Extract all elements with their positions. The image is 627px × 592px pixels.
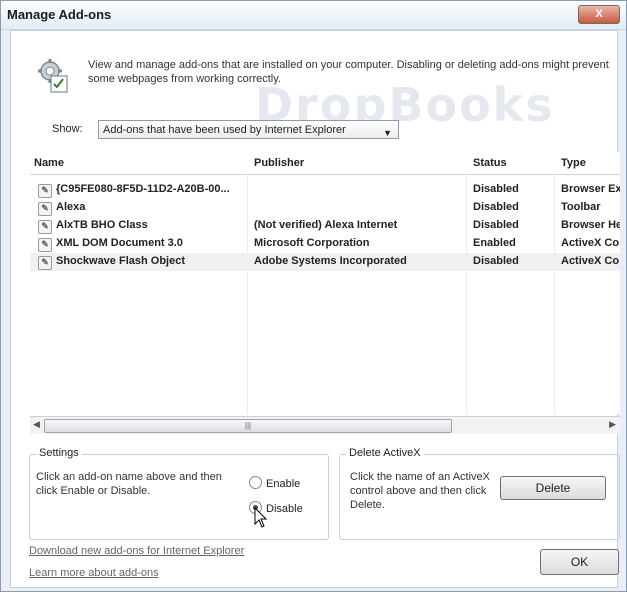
delete-button[interactable]: Delete bbox=[500, 476, 606, 500]
column-header-name[interactable]: Name bbox=[34, 157, 64, 169]
horizontal-scrollbar[interactable]: ◀ ||| ▶ bbox=[30, 416, 620, 434]
addon-icon: ✎ bbox=[38, 238, 52, 252]
addon-name: XML DOM Document 3.0 bbox=[56, 237, 183, 249]
settings-title: Settings bbox=[36, 447, 82, 459]
addon-icon: ✎ bbox=[38, 220, 52, 234]
addon-type: Browser He bbox=[561, 219, 620, 231]
ok-button[interactable]: OK bbox=[540, 549, 619, 575]
scroll-right-icon[interactable]: ▶ bbox=[609, 419, 616, 430]
addon-type: Browser Ex bbox=[561, 183, 620, 195]
column-header-type[interactable]: Type bbox=[561, 157, 586, 169]
column-header-status[interactable]: Status bbox=[473, 157, 507, 169]
addon-status: Disabled bbox=[473, 183, 519, 195]
table-row-selected[interactable]: ✎ Shockwave Flash Object Adobe Systems I… bbox=[30, 253, 620, 271]
table-row[interactable]: ✎ AlxTB BHO Class (Not verified) Alexa I… bbox=[30, 217, 620, 235]
addon-publisher: Adobe Systems Incorporated bbox=[254, 255, 407, 267]
chevron-down-icon: ▼ bbox=[383, 128, 392, 138]
addons-table: Name Publisher Status Type ✎ {C95FE080-8… bbox=[30, 152, 620, 414]
table-header: Name Publisher Status Type bbox=[30, 152, 620, 175]
scrollbar-thumb[interactable]: ||| bbox=[44, 419, 452, 433]
addon-status: Disabled bbox=[473, 219, 519, 231]
addon-name: Alexa bbox=[56, 201, 86, 213]
addon-icon: ✎ bbox=[38, 202, 52, 216]
addons-gear-icon bbox=[38, 59, 68, 93]
addon-icon: ✎ bbox=[38, 184, 52, 198]
addon-publisher: (Not verified) Alexa Internet bbox=[254, 219, 398, 231]
addon-name: {C95FE080-8F5D-11D2-A20B-00... bbox=[56, 183, 230, 195]
disable-label: Disable bbox=[266, 503, 303, 515]
radio-enable-icon bbox=[249, 476, 262, 489]
addon-type: Toolbar bbox=[561, 201, 601, 213]
close-button[interactable]: X bbox=[578, 5, 620, 24]
delete-activex-title: Delete ActiveX bbox=[346, 447, 424, 459]
title-bar: Manage Add-ons X bbox=[1, 1, 626, 30]
column-header-publisher[interactable]: Publisher bbox=[254, 157, 304, 169]
enable-radio[interactable]: Enable bbox=[249, 476, 300, 490]
show-dropdown[interactable]: Add-ons that have been used by Internet … bbox=[98, 120, 399, 139]
learn-more-link[interactable]: Learn more about add-ons bbox=[29, 567, 159, 579]
window-title: Manage Add-ons bbox=[7, 7, 112, 22]
table-row[interactable]: ✎ {C95FE080-8F5D-11D2-A20B-00... Disable… bbox=[30, 181, 620, 199]
table-row[interactable]: ✎ XML DOM Document 3.0 Microsoft Corpora… bbox=[30, 235, 620, 253]
table-row[interactable]: ✎ Alexa Disabled Toolbar bbox=[30, 199, 620, 217]
settings-text: Click an add-on name above and then clic… bbox=[36, 471, 222, 497]
addon-icon: ✎ bbox=[38, 256, 52, 270]
addon-status: Disabled bbox=[473, 201, 519, 213]
intro-text: View and manage add-ons that are install… bbox=[88, 59, 609, 85]
addon-type: ActiveX Co bbox=[561, 255, 620, 267]
addon-publisher: Microsoft Corporation bbox=[254, 237, 370, 249]
delete-activex-text: Click the name of an ActiveX control abo… bbox=[350, 471, 491, 511]
addon-type: ActiveX Co bbox=[561, 237, 620, 249]
addon-status: Disabled bbox=[473, 255, 519, 267]
mouse-pointer-icon bbox=[254, 507, 268, 528]
addon-status: Enabled bbox=[473, 237, 516, 249]
scroll-left-icon[interactable]: ◀ bbox=[33, 419, 40, 430]
enable-label: Enable bbox=[266, 478, 301, 490]
addon-name: AlxTB BHO Class bbox=[56, 219, 148, 231]
show-label: Show: bbox=[52, 123, 83, 135]
show-dropdown-value: Add-ons that have been used by Internet … bbox=[103, 124, 346, 136]
addon-name: Shockwave Flash Object bbox=[56, 255, 185, 267]
download-addons-link[interactable]: Download new add-ons for Internet Explor… bbox=[29, 545, 244, 557]
